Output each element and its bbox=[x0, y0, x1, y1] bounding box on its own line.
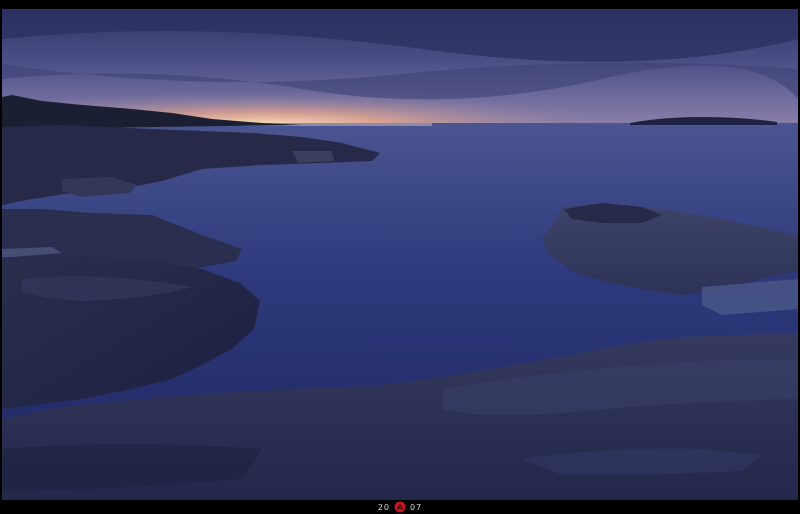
year-suffix: 07 bbox=[410, 502, 423, 512]
seascape-image bbox=[2, 9, 798, 500]
year-prefix: 20 bbox=[377, 502, 390, 512]
landscape-photo bbox=[2, 9, 798, 500]
red-emblem-icon bbox=[394, 501, 406, 513]
footer-caption: 20 07 bbox=[0, 500, 800, 514]
photo-frame: 20 07 bbox=[0, 0, 800, 514]
